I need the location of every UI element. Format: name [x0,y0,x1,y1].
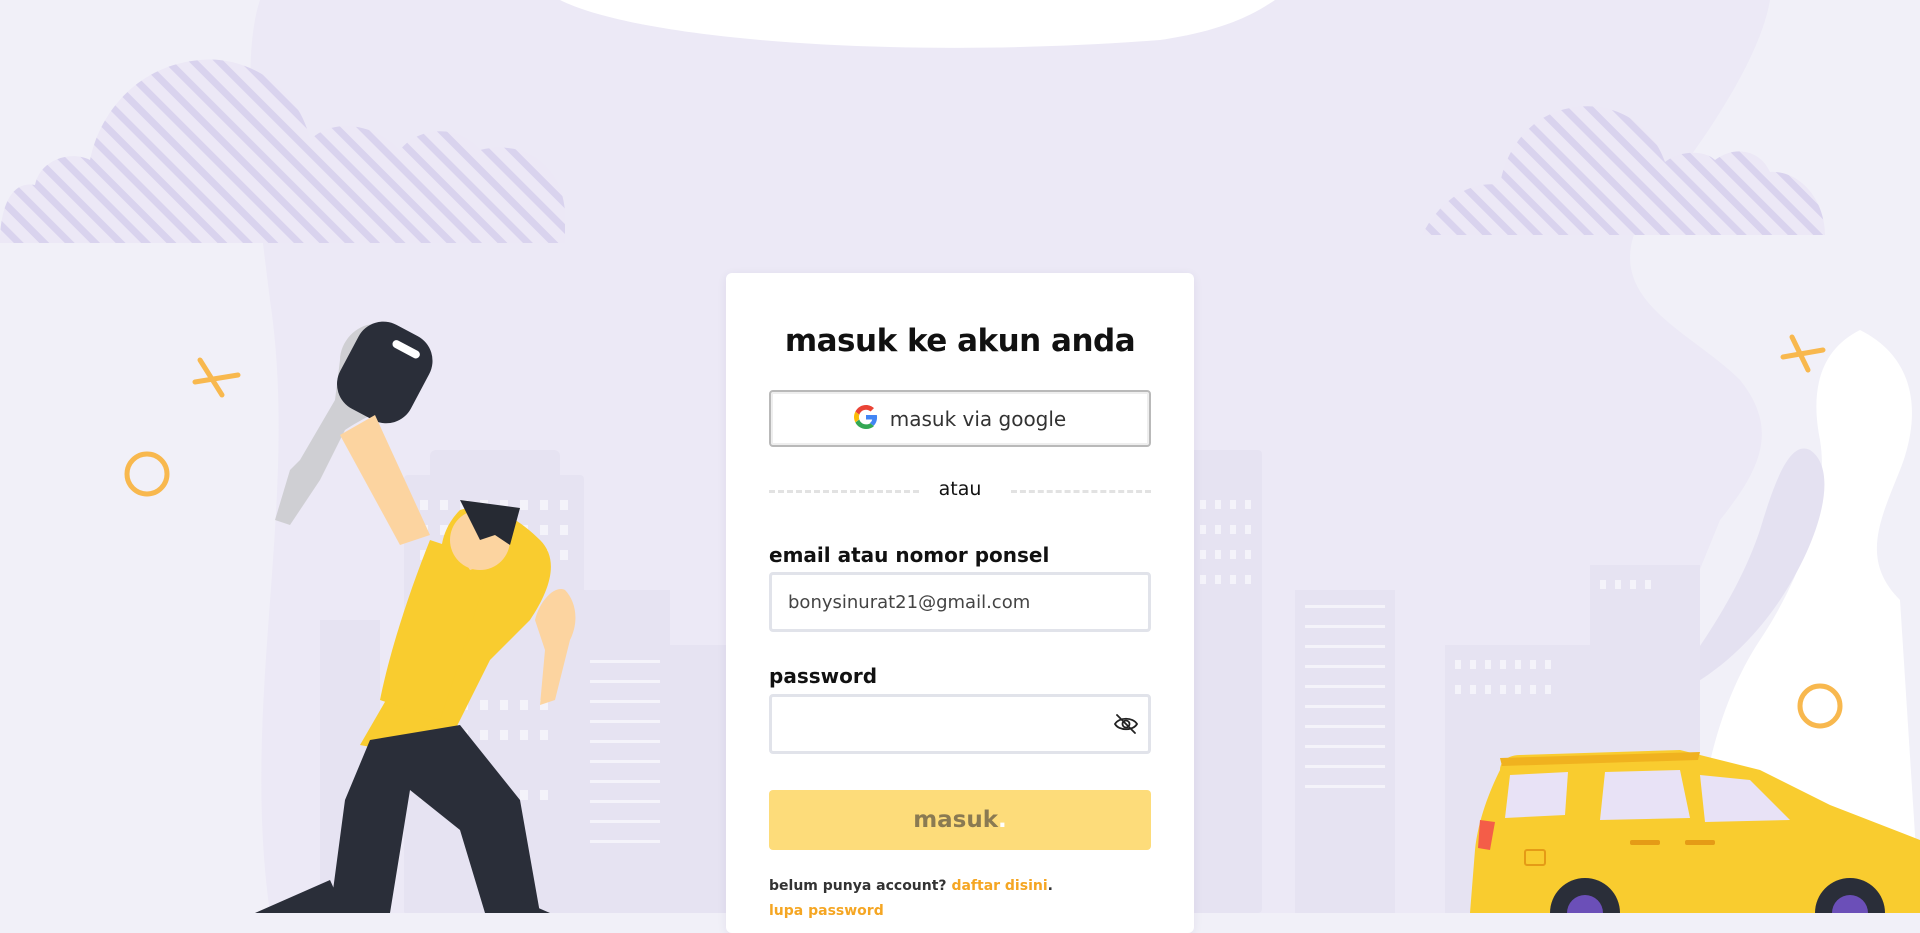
google-login-label: masuk via google [889,406,1067,431]
google-login-button[interactable]: masuk via google [769,390,1151,447]
login-button[interactable]: masuk. [769,790,1151,850]
or-divider: atau [769,478,1151,502]
password-label: password [769,664,878,688]
divider-line-right [1011,490,1151,493]
signup-prompt-text: belum punya account? [769,878,947,894]
email-label: email atau nomor ponsel [769,543,1050,567]
signup-period: . [1047,878,1053,894]
page-title: masuk ke akun anda [784,323,1136,359]
signup-link[interactable]: daftar disini [951,878,1047,894]
password-field-wrapper [769,694,1151,754]
google-logo-icon [853,404,878,433]
divider-text: atau [938,478,982,500]
email-field[interactable] [769,572,1151,632]
eye-slash-icon[interactable] [1113,713,1139,735]
login-card: masuk ke akun anda masuk via google atau… [726,273,1194,933]
signup-prompt-row: belum punya account? daftar disini. [769,878,1053,894]
password-field[interactable] [769,694,1151,754]
login-button-label: masuk [913,807,999,833]
forgot-password-link[interactable]: lupa password [769,903,884,919]
login-button-dot: . [998,807,1007,833]
